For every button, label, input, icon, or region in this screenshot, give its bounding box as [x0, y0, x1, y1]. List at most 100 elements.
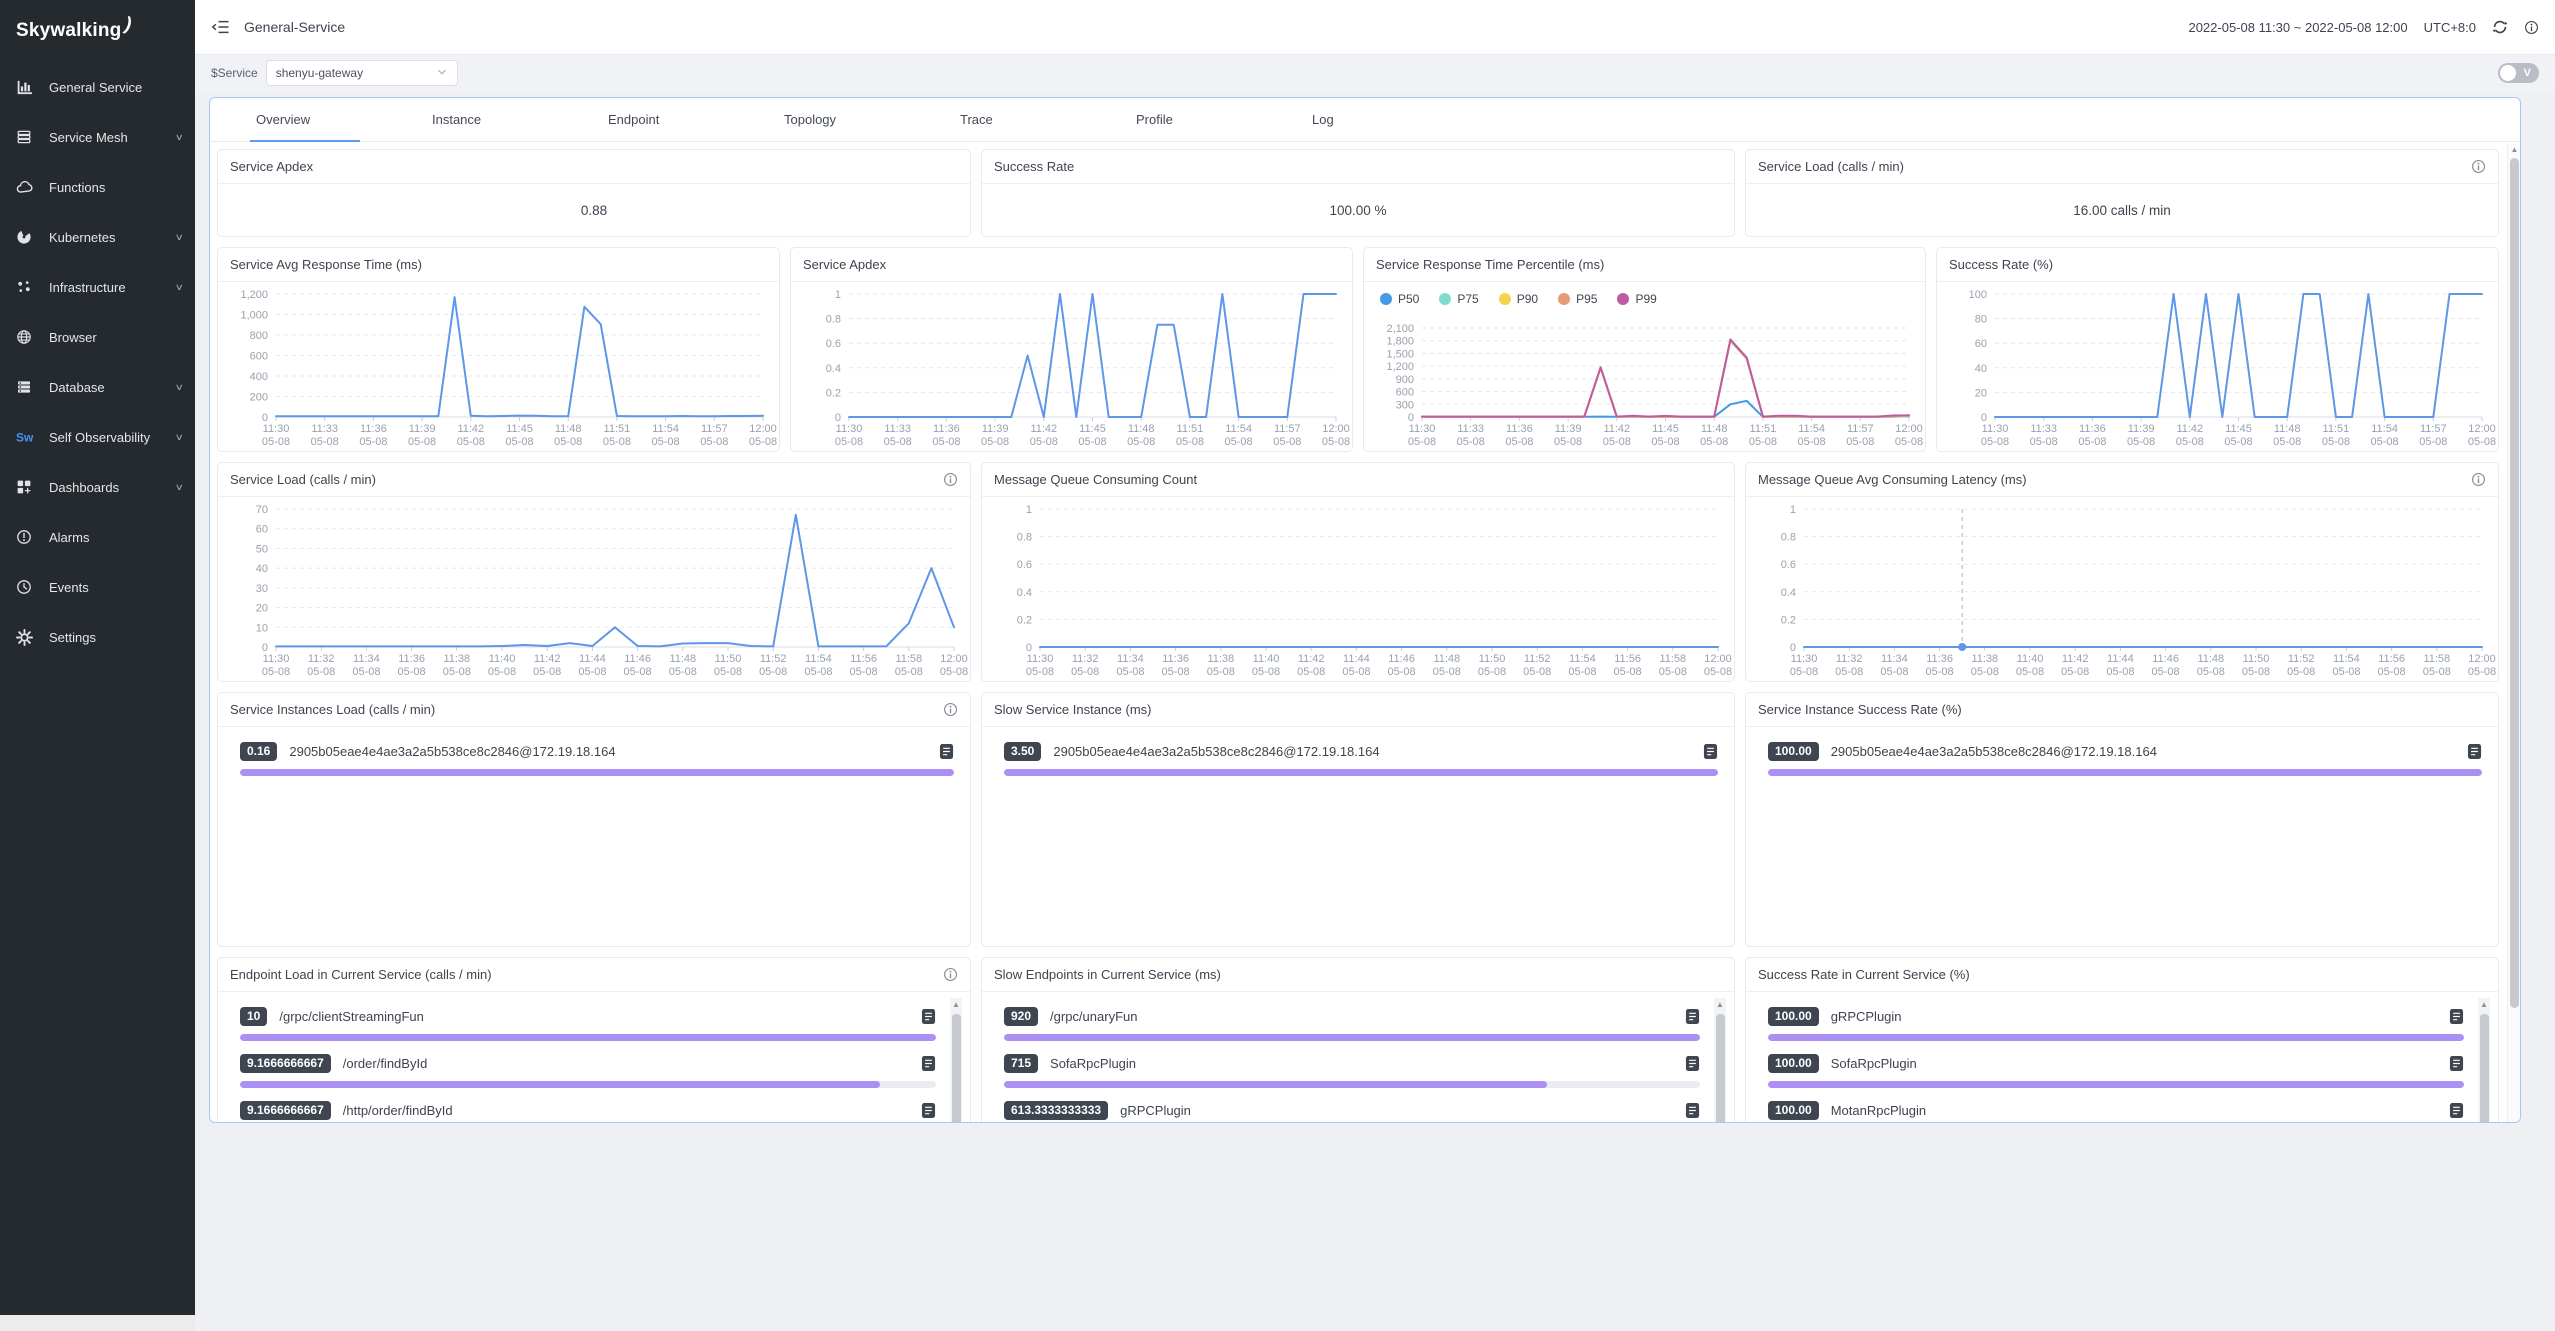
sidebar-item-self-observability[interactable]: Sw Self Observability ∨	[0, 412, 195, 462]
inspect-icon[interactable]	[2449, 1055, 2464, 1072]
svg-text:11:42: 11:42	[2062, 653, 2089, 665]
refresh-icon[interactable]	[2492, 19, 2508, 35]
list-scrollbar[interactable]: ▲ ▼	[1714, 998, 1726, 1123]
svg-text:05-08: 05-08	[311, 436, 339, 448]
svg-text:05-08: 05-08	[2419, 436, 2447, 448]
chart-plot: 00.20.40.60.8111:3005-0811:3205-0811:340…	[1746, 497, 2498, 681]
info-icon[interactable]	[2471, 472, 2486, 487]
view-toggle[interactable]: V	[2498, 63, 2539, 83]
legend-item[interactable]: P50	[1380, 292, 1419, 306]
inspect-icon[interactable]	[2467, 743, 2482, 760]
inspect-icon[interactable]	[2449, 1008, 2464, 1025]
svg-text:800: 800	[250, 330, 268, 342]
sidebar-item-database[interactable]: Database ∨	[0, 362, 195, 412]
svg-text:05-08: 05-08	[2030, 436, 2058, 448]
skywalking-logo[interactable]: Skywalking)	[0, 0, 195, 62]
inspect-icon[interactable]	[1685, 1055, 1700, 1072]
svg-text:05-08: 05-08	[1790, 666, 1818, 678]
inspect-icon[interactable]	[939, 743, 954, 760]
svg-text:05-08: 05-08	[352, 666, 380, 678]
scroll-up-icon[interactable]: ▲	[2510, 145, 2519, 154]
menu-fold-icon[interactable]	[211, 19, 230, 35]
scrollbar-thumb[interactable]	[952, 1014, 961, 1123]
info-icon[interactable]	[2524, 20, 2539, 35]
svg-text:05-08: 05-08	[1297, 666, 1325, 678]
sidebar-item-general-service[interactable]: General Service ∨	[0, 62, 195, 112]
svg-text:1: 1	[835, 289, 841, 301]
sidebar-item-kubernetes[interactable]: Kubernetes ∨	[0, 212, 195, 262]
service-select[interactable]: shenyu-gateway	[266, 60, 458, 86]
list-scrollbar[interactable]: ▲ ▼	[2478, 998, 2490, 1123]
inspect-icon[interactable]	[1685, 1102, 1700, 1119]
scrollbar-thumb[interactable]	[1716, 1014, 1725, 1123]
tab-endpoint[interactable]: Endpoint	[578, 98, 754, 141]
svg-text:600: 600	[1396, 387, 1414, 399]
legend-item[interactable]: P99	[1617, 292, 1656, 306]
scroll-up-icon[interactable]: ▲	[2478, 1000, 2490, 1009]
stat-value: 100.00 %	[982, 184, 1734, 237]
inspect-icon[interactable]	[921, 1008, 936, 1025]
svg-text:05-08: 05-08	[1523, 666, 1551, 678]
svg-text:40: 40	[256, 563, 268, 575]
svg-text:0.4: 0.4	[826, 363, 841, 375]
sidebar-item-service-mesh[interactable]: Service Mesh ∨	[0, 112, 195, 162]
inspect-icon[interactable]	[2449, 1102, 2464, 1119]
chevron-down-icon	[436, 66, 448, 81]
sidebar-item-events[interactable]: Events ∨	[0, 562, 195, 612]
scrollbar-thumb[interactable]	[2510, 158, 2519, 1008]
tab-trace[interactable]: Trace	[930, 98, 1106, 141]
sidebar-item-dashboards[interactable]: Dashboards ∨	[0, 462, 195, 512]
tab-topology[interactable]: Topology	[754, 98, 930, 141]
tab-instance[interactable]: Instance	[402, 98, 578, 141]
info-icon[interactable]	[2471, 159, 2486, 174]
info-icon[interactable]	[943, 967, 958, 982]
sidebar-item-alarms[interactable]: Alarms ∨	[0, 512, 195, 562]
legend-item[interactable]: P95	[1558, 292, 1597, 306]
scrollbar-thumb[interactable]	[2480, 1014, 2489, 1123]
legend-item[interactable]: P90	[1499, 292, 1538, 306]
sidebar-item-infrastructure[interactable]: Infrastructure ∨	[0, 262, 195, 312]
card-title: Endpoint Load in Current Service (calls …	[230, 967, 492, 982]
svg-text:05-08: 05-08	[1207, 666, 1235, 678]
svg-text:11:30: 11:30	[1791, 653, 1818, 665]
sidebar-item-browser[interactable]: Browser ∨	[0, 312, 195, 362]
inspect-icon[interactable]	[1685, 1008, 1700, 1025]
info-icon[interactable]	[943, 472, 958, 487]
svg-text:05-08: 05-08	[578, 666, 606, 678]
chevron-down-icon: ∨	[175, 482, 184, 493]
tab-overview[interactable]: Overview	[226, 98, 402, 141]
timezone[interactable]: UTC+8:0	[2424, 20, 2476, 35]
info-icon[interactable]	[943, 702, 958, 717]
svg-text:12:00: 12:00	[1322, 423, 1350, 435]
list-item: 100.00 2905b05eae4e4ae3a2a5b538ce8c2846@…	[1768, 738, 2482, 776]
scroll-up-icon[interactable]: ▲	[950, 1000, 962, 1009]
svg-text:0.8: 0.8	[826, 314, 841, 326]
tab-profile[interactable]: Profile	[1106, 98, 1282, 141]
tab-log[interactable]: Log	[1282, 98, 1458, 141]
card-title: Message Queue Consuming Count	[994, 472, 1197, 487]
scroll-up-icon[interactable]: ▲	[1714, 1000, 1726, 1009]
svg-text:0.4: 0.4	[1017, 587, 1032, 599]
kubernetes-icon	[16, 229, 38, 245]
chevron-down-icon: ∨	[175, 432, 184, 443]
svg-text:05-08: 05-08	[2468, 436, 2496, 448]
sidebar-item-settings[interactable]: Settings ∨	[0, 612, 195, 662]
svg-text:11:45: 11:45	[506, 423, 533, 435]
sidebar-item-functions[interactable]: Functions ∨	[0, 162, 195, 212]
svg-text:0.8: 0.8	[1781, 532, 1796, 544]
panel-scrollbar[interactable]: ▲	[2507, 143, 2520, 1122]
sidebar-item-label: Alarms	[49, 530, 176, 545]
svg-text:05-08: 05-08	[2127, 436, 2155, 448]
svg-text:11:48: 11:48	[669, 653, 696, 665]
legend-item[interactable]: P75	[1439, 292, 1478, 306]
svg-text:05-08: 05-08	[488, 666, 516, 678]
svg-text:20: 20	[1975, 387, 1987, 399]
inspect-icon[interactable]	[1703, 743, 1718, 760]
sidebar: Skywalking) General Service ∨ Service Me…	[0, 0, 195, 1331]
time-range[interactable]: 2022-05-08 11:30 ~ 2022-05-08 12:00	[2188, 20, 2407, 35]
list-scrollbar[interactable]: ▲ ▼	[950, 998, 962, 1123]
svg-text:11:42: 11:42	[2176, 423, 2203, 435]
sidebar-item-label: Database	[49, 380, 176, 395]
inspect-icon[interactable]	[921, 1102, 936, 1119]
inspect-icon[interactable]	[921, 1055, 936, 1072]
